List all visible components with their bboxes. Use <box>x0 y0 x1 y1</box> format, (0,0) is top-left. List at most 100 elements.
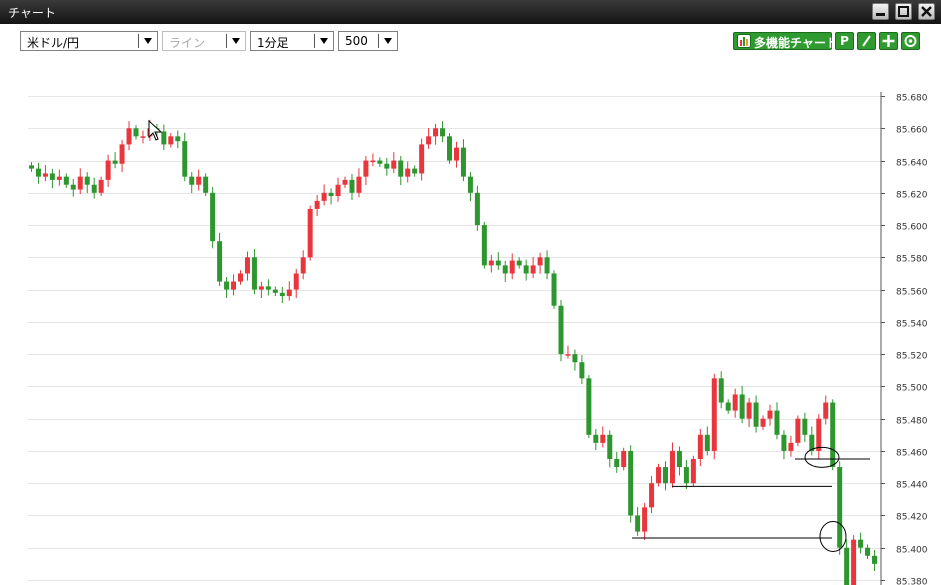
price-tick-label: 85.400 <box>896 546 928 556</box>
price-tick-label: 85.380 <box>896 578 928 585</box>
candle-body <box>502 265 508 274</box>
candle-body <box>328 192 334 197</box>
candle-body <box>732 394 738 411</box>
candle-body <box>286 289 292 297</box>
candle-body <box>433 128 439 137</box>
candle-body <box>642 507 648 532</box>
candlestick-chart[interactable]: 85.680 85.660 85.640 85.620 85.600 85.580 85.5… <box>0 60 941 585</box>
candle-body <box>530 265 536 274</box>
multi-function-chart-button[interactable]: 多機能チャート <box>733 32 838 50</box>
candle-body <box>872 555 878 564</box>
candle-body <box>168 136 174 145</box>
candle-body <box>774 410 780 435</box>
candle-body <box>788 442 794 451</box>
candle-body <box>356 176 362 193</box>
candle-body <box>767 410 773 419</box>
candle-body <box>669 450 675 484</box>
price-tick-label: 85.460 <box>896 449 928 459</box>
chart-type-value: ライン <box>169 36 206 50</box>
minimize-button[interactable] <box>872 3 889 20</box>
chart-gridlines <box>28 96 881 581</box>
candle-body <box>746 402 752 419</box>
candle-body <box>272 289 278 293</box>
candle-body <box>495 260 501 266</box>
candle-body <box>802 418 808 435</box>
candle-body <box>426 136 432 145</box>
close-icon <box>921 6 932 17</box>
mouse-pointer-icon <box>148 120 163 141</box>
candle-body <box>628 450 634 516</box>
chart-type-select[interactable]: ライン <box>162 31 246 51</box>
window-title: チャート <box>8 6 56 20</box>
candle-body <box>419 144 425 174</box>
bar-count-select[interactable]: 500 <box>338 31 398 51</box>
price-tick-label: 85.660 <box>896 126 928 136</box>
dropdown-separator <box>138 34 139 48</box>
candle-body <box>293 273 299 290</box>
candle-body <box>384 163 390 169</box>
candle-body <box>98 179 104 193</box>
candle-body <box>56 176 62 180</box>
price-tick-label: 85.520 <box>896 352 928 362</box>
trendline-icon <box>862 35 871 47</box>
price-tick-label: 85.560 <box>896 288 928 298</box>
price-tick-label: 85.640 <box>896 159 928 169</box>
candle-body <box>851 539 857 585</box>
candle-body <box>42 173 48 177</box>
currency-pair-value: 米ドル/円 <box>27 36 80 50</box>
candle-body <box>676 450 682 468</box>
bar-count-value: 500 <box>345 34 368 48</box>
price-tick-label: 85.680 <box>896 94 928 104</box>
candle-body <box>537 257 543 266</box>
price-tick-label: 85.540 <box>896 320 928 330</box>
candle-body <box>70 184 76 190</box>
candle-body <box>77 176 83 190</box>
trendline-button[interactable] <box>857 32 876 50</box>
candle-body <box>440 128 446 137</box>
candle-body <box>447 136 453 161</box>
candle-body <box>377 160 383 164</box>
candle-body <box>244 257 250 274</box>
candle-body <box>781 434 787 451</box>
candle-body <box>453 147 459 161</box>
p-button[interactable]: P <box>835 32 854 50</box>
candle-body <box>837 467 843 548</box>
crosshair-button[interactable] <box>879 32 898 50</box>
price-tick-label: 85.440 <box>896 481 928 491</box>
candle-body <box>516 260 522 266</box>
candle-body <box>231 281 237 290</box>
candle-body <box>607 434 613 459</box>
candle-body <box>711 378 717 451</box>
dropdown-separator <box>226 34 227 48</box>
candle-body <box>565 354 571 356</box>
candle-body <box>140 136 146 138</box>
candle-body <box>370 160 376 163</box>
candle-body <box>126 128 132 145</box>
candle-body <box>704 434 710 451</box>
candle-body <box>238 273 243 282</box>
close-button[interactable] <box>918 3 935 20</box>
candle-body <box>697 434 703 459</box>
candle-body <box>189 176 195 185</box>
candle-body <box>175 136 181 142</box>
chart-app-icon <box>737 34 751 48</box>
candle-body <box>314 200 320 209</box>
candle-body <box>760 418 766 427</box>
candle-body <box>718 378 724 403</box>
currency-pair-select[interactable]: 米ドル/円 <box>20 31 158 51</box>
candle-body <box>844 547 850 585</box>
candle-body <box>690 459 696 484</box>
timeframe-select[interactable]: 1分足 <box>250 31 334 51</box>
candle-body <box>551 273 557 306</box>
candle-body <box>258 286 264 290</box>
candle-body <box>182 141 188 177</box>
candle-body <box>342 179 348 185</box>
candle-body <box>467 176 473 193</box>
candle-body <box>84 176 90 185</box>
maximize-button[interactable] <box>895 3 912 20</box>
price-tick-label: 85.580 <box>896 255 928 265</box>
candle-body <box>865 547 871 556</box>
circle-tool-button[interactable] <box>901 32 920 50</box>
chevron-down-icon <box>384 38 392 44</box>
price-tick-label: 85.500 <box>896 384 928 394</box>
